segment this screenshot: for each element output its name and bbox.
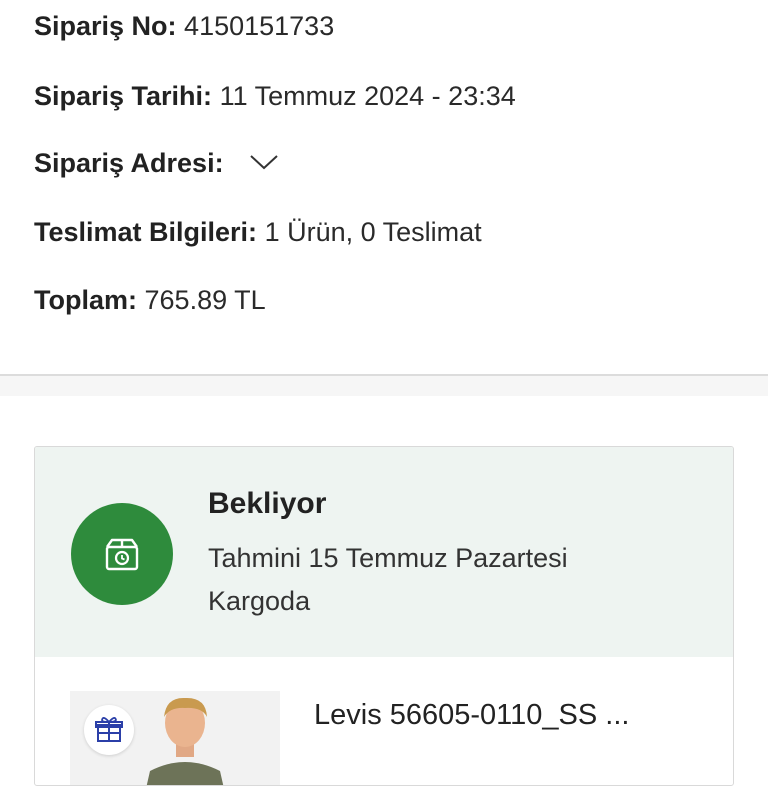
product-model-image	[146, 697, 224, 785]
product-image[interactable]	[70, 691, 280, 785]
order-total-value: 765.89 TL	[144, 285, 266, 315]
gift-icon	[95, 717, 123, 742]
order-number-row: Sipariş No: 4150151733	[34, 10, 334, 42]
order-date-label: Sipariş Tarihi:	[34, 81, 213, 111]
delivery-info-value: 1 Ürün, 0 Teslimat	[264, 217, 482, 247]
section-gap	[0, 376, 768, 396]
gift-badge	[84, 705, 134, 755]
package-clock-icon	[105, 538, 139, 571]
order-number-label: Sipariş No:	[34, 11, 177, 41]
delivery-info-label: Teslimat Bilgileri:	[34, 217, 258, 247]
order-total-row: Toplam: 765.89 TL	[34, 284, 266, 316]
order-address-toggle[interactable]: Sipariş Adresi:	[34, 147, 279, 179]
order-date-row: Sipariş Tarihi: 11 Temmuz 2024 - 23:34	[34, 80, 516, 112]
product-name[interactable]: Levis 56605-0110_SS ...	[314, 699, 629, 732]
order-total-label: Toplam:	[34, 285, 137, 315]
shipment-estimate: Tahmini 15 Temmuz Pazartesi	[208, 543, 568, 573]
delivery-info-row: Teslimat Bilgileri: 1 Ürün, 0 Teslimat	[34, 216, 482, 248]
order-info-section: Sipariş No: 4150151733 Sipariş Tarihi: 1…	[0, 0, 768, 374]
shipment-card: Bekliyor Tahmini 15 Temmuz Pazartesi Kar…	[34, 446, 734, 786]
shipment-status-title: Bekliyor	[208, 487, 327, 520]
shipment-sub-status: Kargoda	[208, 586, 311, 616]
order-number-value: 4150151733	[184, 11, 335, 41]
shipment-status-panel: Bekliyor Tahmini 15 Temmuz Pazartesi Kar…	[35, 447, 733, 657]
order-address-label: Sipariş Adresi:	[34, 148, 224, 178]
chevron-down-icon[interactable]	[249, 146, 279, 178]
status-icon-circle	[71, 503, 173, 605]
order-date-value: 11 Temmuz 2024 - 23:34	[219, 81, 516, 111]
